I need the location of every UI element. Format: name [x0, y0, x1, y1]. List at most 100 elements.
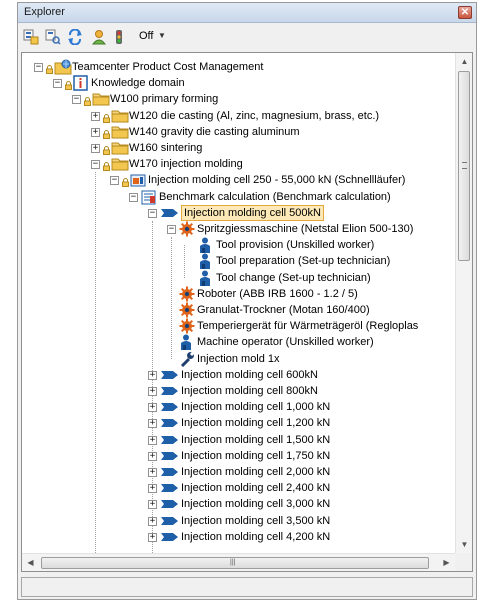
tree-node[interactable]: + Injection molding cell 1,750 kN [22, 448, 455, 464]
worker-icon [179, 334, 193, 351]
tree-node-label: W140 gravity die casting aluminum [129, 125, 300, 138]
tree-node-label: Roboter (ABB IRB 1600 - 1.2 / 5) [197, 287, 358, 300]
folder-icon [111, 157, 129, 173]
worker-icon [198, 237, 212, 254]
tree-node-label: W100 primary forming [110, 93, 219, 106]
tree-node[interactable]: − Benchmark calculation (Benchmark calcul… [22, 189, 455, 205]
vertical-scrollbar[interactable]: ▲ ▼ [455, 53, 472, 553]
tree-node[interactable]: − W170 injection molding [22, 156, 455, 172]
close-button[interactable]: ✕ [458, 6, 472, 19]
tree-node[interactable]: + Injection molding cell 600kN [22, 367, 455, 383]
expand-icon[interactable]: + [148, 532, 157, 542]
user-icon[interactable] [91, 29, 107, 45]
explorer-window: Explorer ✕ Off ▼ − Teamcenter Product Co… [17, 2, 477, 600]
tree-node-label: Injection molding cell 1,200 kN [181, 417, 331, 430]
collapse-icon[interactable]: − [34, 63, 43, 72]
tree-node-label: Injection molding cell 2,000 kN [181, 466, 331, 478]
expand-icon[interactable]: + [148, 451, 157, 461]
title-bar: Explorer ✕ [18, 3, 476, 23]
tree-node[interactable]: − Knowledge domain [22, 75, 455, 91]
expand-icon[interactable]: + [148, 468, 157, 477]
collapse-icon[interactable]: − [129, 192, 138, 202]
tree-node-label: Granulat-Trockner (Motan 160/400) [197, 304, 370, 316]
collapse-icon[interactable]: − [53, 79, 62, 89]
tree-node[interactable]: Tool provision (Unskilled worker) [22, 237, 455, 254]
tree-node[interactable]: Tool change (Set-up technician) [22, 270, 455, 286]
calculation-icon [141, 189, 157, 205]
tree-node[interactable]: + Injection molding cell 3,500 kN [22, 513, 455, 529]
expand-icon[interactable]: + [91, 111, 100, 121]
folder-icon [111, 141, 129, 157]
tree-node[interactable]: Granulat-Trockner (Motan 160/400) [22, 302, 455, 318]
collapse-icon[interactable]: − [110, 176, 119, 186]
tree-node[interactable]: Tool preparation (Set-up technician) [22, 253, 455, 270]
tree-node[interactable]: Machine operator (Unskilled worker) [22, 334, 455, 351]
expand-icon[interactable]: + [148, 435, 157, 445]
tree-node[interactable]: + Injection molding cell 3,000 kN [22, 496, 455, 512]
tree-node-label: Injection molding cell 2,400 kN [181, 482, 331, 495]
tree-node[interactable]: − Injection molding cell 250 - 55,000 kN … [22, 172, 455, 188]
tree-node[interactable]: + Injection molding cell 1,500 kN [22, 432, 455, 448]
tree-node[interactable]: − W100 primary forming [22, 91, 455, 107]
expand-icon[interactable]: + [91, 127, 100, 137]
tree-node[interactable]: Roboter (ABB IRB 1600 - 1.2 / 5) [22, 286, 455, 302]
folder-icon [92, 92, 110, 108]
expand-icon[interactable]: + [148, 387, 157, 396]
expand-icon[interactable]: + [148, 500, 157, 510]
tree-node[interactable]: + Injection molding cell 2,000 kN [22, 464, 455, 480]
toolbar: Off ▼ [18, 24, 476, 50]
gear-icon [179, 318, 195, 334]
horizontal-scrollbar[interactable]: ◀ ||| ▶ [22, 553, 455, 571]
tree-node-label: Injection molding cell 4,200 kN [181, 530, 331, 543]
tree-node[interactable]: + Injection molding cell 1,200 kN [22, 415, 455, 431]
expand-icon[interactable]: + [148, 403, 157, 413]
scroll-right-icon[interactable]: ▶ [438, 554, 455, 571]
collapse-icon[interactable]: − [72, 95, 81, 105]
tree-node[interactable]: + Injection molding cell 4,200 kN [22, 529, 455, 545]
expand-icon[interactable]: + [91, 144, 100, 153]
filter-view-icon[interactable] [45, 29, 61, 45]
scroll-corner [455, 553, 472, 571]
scroll-down-icon[interactable]: ▼ [456, 536, 472, 553]
tree-node[interactable]: + W120 die casting (Al, zinc, magnesium, … [22, 108, 455, 124]
tree-node-label: Injection molding cell 3,500 kN [181, 514, 331, 527]
collapse-icon[interactable]: − [148, 208, 157, 218]
chevron-down-icon[interactable]: ▼ [158, 31, 166, 40]
scroll-up-icon[interactable]: ▲ [456, 53, 472, 70]
tree-node-label: W160 sintering [129, 142, 203, 154]
collapse-icon[interactable]: − [91, 160, 100, 170]
tree-node-label: Tool provision (Unskilled worker) [216, 239, 375, 252]
horizontal-scroll-thumb[interactable]: ||| [41, 557, 429, 569]
tree-node[interactable]: + W140 gravity die casting aluminum [22, 124, 455, 140]
tree-view[interactable]: − Teamcenter Product Cost Management − Know… [22, 53, 455, 553]
tree-node-label: Injection molding cell 1,500 kN [181, 433, 331, 446]
vertical-scroll-thumb[interactable] [458, 71, 470, 261]
expand-icon[interactable]: + [148, 484, 157, 494]
traffic-light-icon[interactable] [115, 29, 123, 45]
expand-icon[interactable]: + [148, 370, 157, 380]
tree-node[interactable]: + Injection molding cell 2,400 kN [22, 480, 455, 496]
gear-icon [179, 302, 195, 318]
scroll-left-icon[interactable]: ◀ [22, 554, 39, 571]
visibility-mode-label[interactable]: Off [139, 30, 153, 42]
gear-icon [179, 286, 195, 302]
folder-icon [111, 109, 129, 125]
globe-folder-icon [54, 59, 72, 75]
tree-node-label: Temperiergerät für Wärmeträgeröl (Reglop… [197, 320, 419, 333]
tree-node[interactable]: − Injection molding cell 500kN [22, 204, 455, 221]
expand-icon[interactable]: + [148, 516, 157, 526]
tree-node[interactable]: + Injection molding cell 1,000 kN [22, 399, 455, 415]
tree-node[interactable]: − Teamcenter Product Cost Management [22, 59, 455, 75]
tree-node[interactable]: − Spritzgiessmaschine (Netstal Elion 500-… [22, 221, 455, 237]
workcell-icon [130, 172, 146, 188]
refresh-icon[interactable] [67, 29, 83, 45]
tree-node-label: Spritzgiessmaschine (Netstal Elion 500-1… [197, 223, 414, 235]
tree-node[interactable]: + Injection molding cell 800kN [22, 383, 455, 399]
expand-icon[interactable]: + [148, 419, 157, 429]
collapse-icon[interactable]: − [167, 225, 176, 234]
structure-view-icon[interactable] [23, 29, 39, 45]
tree-node[interactable]: Injection mold 1x [22, 351, 455, 367]
wrench-icon [179, 351, 195, 367]
tree-node[interactable]: + W160 sintering [22, 140, 455, 156]
tree-node[interactable]: Temperiergerät für Wärmeträgeröl (Reglop… [22, 318, 455, 334]
